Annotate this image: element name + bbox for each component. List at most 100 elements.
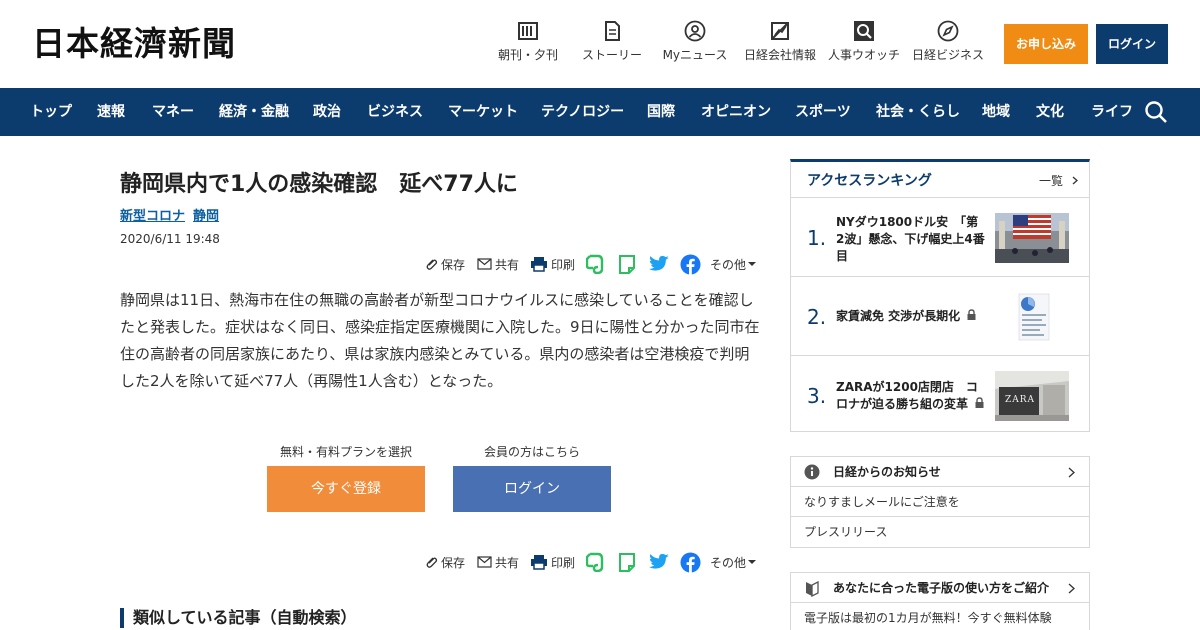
print-label: 印刷: [551, 555, 576, 570]
facebook-button[interactable]: [680, 551, 704, 573]
save-label: 保存: [441, 257, 466, 272]
beginner-mark-icon: [806, 580, 819, 597]
facebook-button[interactable]: [680, 253, 704, 275]
header-login-button[interactable]: ログイン: [1096, 24, 1168, 64]
tag-link[interactable]: 静岡: [193, 209, 219, 224]
register-now-button[interactable]: 今すぐ登録: [267, 466, 425, 512]
header-nav-nikkei-business[interactable]: 日経ビジネス: [910, 20, 986, 70]
nav-item-market[interactable]: マーケット: [448, 88, 518, 136]
rank-number: 2.: [807, 305, 827, 329]
site-header: 日本経濟新聞 朝刊・夕刊 ストーリー Myニュース 日経会社情報 人事ウオッチ …: [0, 0, 1200, 88]
header-nav-my-news[interactable]: Myニュース: [662, 20, 728, 70]
more-share-dropdown[interactable]: その他: [710, 551, 759, 573]
nav-item-breaking[interactable]: 速報: [97, 88, 125, 136]
ranking-item[interactable]: 1. NYダウ1800ドル安 「第2波」懸念、下げ幅史上4番目: [791, 199, 1089, 277]
rank-headline: NYダウ1800ドル安 「第2波」懸念、下げ幅史上4番目: [836, 215, 985, 263]
newspaper-icon: [518, 22, 538, 40]
plan-select-label: 無料・有料プランを選択: [279, 445, 412, 459]
save-button[interactable]: 保存: [424, 253, 465, 275]
chart-icon: [771, 22, 789, 40]
notices-title: 日経からのお知らせ: [833, 465, 941, 479]
nav-item-culture[interactable]: 文化: [1036, 88, 1064, 136]
tag-link[interactable]: 新型コロナ: [120, 209, 185, 224]
evernote-icon: [586, 552, 604, 572]
nav-item-politics[interactable]: 政治: [313, 88, 341, 136]
nav-item-technology[interactable]: テクノロジー: [541, 88, 624, 136]
chevron-right-icon: [1068, 467, 1075, 478]
share-toolbar-bottom: 保存 共有 印刷 その他: [424, 551, 760, 573]
facebook-icon: [680, 254, 701, 275]
info-icon: [804, 464, 820, 480]
ranking-list-link[interactable]: 一覧: [1039, 173, 1078, 189]
rank-number: 1.: [807, 226, 827, 250]
nikkei-notices-panel: 日経からのお知らせ なりすましメールにご注意を プレスリリース: [790, 456, 1090, 548]
similar-articles-heading: 類似している記事（自動検索）: [120, 608, 357, 628]
notices-header[interactable]: 日経からのお知らせ: [791, 457, 1089, 487]
save-button[interactable]: 保存: [424, 551, 465, 573]
memo-icon: [619, 255, 635, 274]
nav-item-opinion[interactable]: オピニオン: [701, 88, 771, 136]
more-share-dropdown[interactable]: その他: [710, 253, 759, 275]
rank-headline: 家賃減免 交渉が長期化: [836, 309, 961, 323]
guide-item[interactable]: 電子版は最初の1カ月が無料！今すぐ無料体験: [791, 603, 1089, 630]
header-nav-morning-evening[interactable]: 朝刊・夕刊: [496, 20, 560, 70]
search-icon[interactable]: [1144, 100, 1168, 124]
notice-item[interactable]: プレスリリース: [791, 517, 1089, 547]
compass-icon: [937, 20, 959, 42]
twitter-button[interactable]: [649, 253, 673, 275]
nav-item-international[interactable]: 国際: [647, 88, 675, 136]
notice-item[interactable]: なりすましメールにご注意を: [791, 487, 1089, 517]
mail-icon: [477, 556, 492, 568]
header-nav-label: Myニュース: [662, 48, 728, 62]
header-nav-label: 日経会社情報: [743, 48, 816, 62]
article-date: 2020/6/11 19:48: [120, 232, 220, 246]
twitter-button[interactable]: [649, 551, 673, 573]
nav-item-sports[interactable]: スポーツ: [795, 88, 851, 136]
document-icon: [605, 21, 620, 41]
share-label: 共有: [495, 555, 520, 570]
paywall-login-button[interactable]: ログイン: [453, 466, 611, 512]
memo-button[interactable]: [618, 253, 639, 275]
save-label: 保存: [441, 555, 466, 570]
nav-item-top[interactable]: トップ: [30, 88, 72, 136]
header-nav-label: ストーリー: [581, 48, 642, 62]
more-label: その他: [710, 555, 747, 570]
site-logo[interactable]: 日本経濟新聞: [32, 22, 236, 66]
nav-item-money[interactable]: マネー: [152, 88, 194, 136]
ranking-item[interactable]: 2. 家賃減免 交渉が長期化: [791, 278, 1089, 356]
article-tags: 新型コロナ 静岡: [120, 208, 227, 226]
nav-item-business[interactable]: ビジネス: [367, 88, 423, 136]
subscribe-button[interactable]: お申し込み: [1004, 24, 1088, 64]
nav-item-economy[interactable]: 経済・金融: [219, 88, 289, 136]
print-button[interactable]: 印刷: [530, 551, 575, 573]
nav-item-region[interactable]: 地域: [982, 88, 1010, 136]
ranking-title: アクセスランキング: [807, 173, 932, 189]
magnifier-icon: [854, 21, 874, 41]
paperclip-icon: [426, 259, 438, 270]
ranking-item[interactable]: 3. ZARAが1200店閉店 コロナが迫る勝ち組の変革 ZARA: [791, 357, 1089, 435]
header-nav-company-info[interactable]: 日経会社情報: [742, 20, 818, 70]
share-button[interactable]: 共有: [477, 253, 519, 275]
header-nav-label: 朝刊・夕刊: [497, 48, 558, 62]
memo-button[interactable]: [618, 551, 639, 573]
mail-icon: [477, 258, 492, 270]
user-icon: [684, 20, 706, 42]
more-label: その他: [710, 257, 747, 272]
nav-item-life[interactable]: ライフ: [1091, 88, 1133, 136]
printer-icon: [531, 257, 547, 272]
nav-item-society[interactable]: 社会・くらし: [876, 88, 960, 136]
print-button[interactable]: 印刷: [530, 253, 575, 275]
print-label: 印刷: [551, 257, 576, 272]
share-button[interactable]: 共有: [477, 551, 519, 573]
twitter-icon: [649, 553, 670, 569]
evernote-button[interactable]: [586, 551, 607, 573]
paperclip-icon: [426, 557, 438, 568]
article-body: 静岡県は11日、熱海市在住の無職の高齢者が新型コロナウイルスに感染していることを…: [120, 291, 760, 390]
guide-header[interactable]: あなたに合った電子版の使い方をご紹介: [791, 573, 1089, 603]
evernote-button[interactable]: [586, 253, 607, 275]
evernote-icon: [586, 254, 604, 274]
header-nav-personnel-watch[interactable]: 人事ウオッチ: [826, 20, 902, 70]
header-nav-story[interactable]: ストーリー: [580, 20, 644, 70]
member-label: 会員の方はこちら: [483, 445, 580, 459]
zara-store-thumbnail-image: ZARA: [995, 371, 1069, 421]
